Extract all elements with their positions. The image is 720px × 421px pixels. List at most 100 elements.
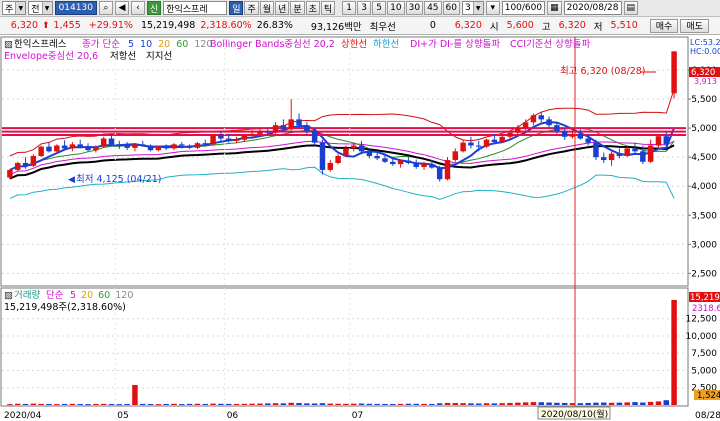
search-icon[interactable]: ⌕ (98, 1, 113, 15)
minute-button-5[interactable]: 45 (424, 1, 442, 15)
volume-bar (546, 402, 552, 405)
candle-body (350, 145, 357, 149)
legend-cci: CCI기준선 상향돌파 (510, 38, 591, 50)
candle-body (186, 145, 193, 148)
volume-bar (515, 402, 521, 405)
minute-button-6[interactable]: 60 (442, 1, 460, 15)
candle-body (327, 162, 334, 170)
candle-body (241, 135, 248, 140)
market-select[interactable]: 주 ▼ (2, 1, 27, 15)
candle-body (624, 148, 630, 156)
candle-body (311, 130, 318, 143)
volume-bar (421, 403, 427, 405)
chevron-down-icon: ▼ (472, 2, 483, 14)
candle-body (522, 122, 529, 129)
dropdown-button[interactable]: ▾ (485, 1, 500, 15)
legend-color-box: ▧ (4, 39, 13, 50)
stock-code-input[interactable]: 014130 (54, 1, 97, 15)
arrow-left-icon[interactable]: ‹ (130, 1, 145, 15)
volume-bar (577, 403, 584, 405)
volume-bar (436, 403, 443, 405)
volume-bar (147, 404, 154, 406)
candle-body (233, 139, 240, 141)
stock-chart[interactable]: 6,0005,5005,0004,5004,0003,5003,0002,500… (0, 36, 720, 421)
chart-canvas[interactable]: 6,0005,5005,0004,5004,0003,5003,0002,500… (0, 36, 720, 421)
volume-bar (405, 403, 412, 405)
candle-body (288, 119, 294, 130)
volume-bar (632, 402, 638, 405)
legend-stock: 한익스프레스 (14, 38, 67, 50)
minute-button-3[interactable]: 10 (387, 1, 405, 15)
sell-button[interactable]: 매도 (680, 18, 709, 33)
volume-bar (468, 403, 474, 405)
count-field[interactable]: 100/600 (501, 1, 546, 15)
volume-bar (311, 403, 318, 405)
buy-button[interactable]: 매수 (649, 18, 679, 33)
date-axis-label: 06 (227, 411, 239, 421)
candle-body (218, 135, 224, 139)
candle-body (30, 155, 37, 166)
candle-body (116, 144, 123, 146)
volume-bar (585, 402, 591, 405)
period-button-3[interactable]: 년 (275, 1, 290, 15)
volume-bar (108, 404, 115, 406)
high-annotation: 최고 6,320 (08/28) (560, 66, 646, 77)
minute-button-0[interactable]: 1 (342, 1, 357, 15)
candle-body (397, 160, 404, 165)
volume-bar (671, 299, 677, 405)
volume-bar (593, 402, 599, 405)
volume-bar (476, 403, 482, 405)
volume-bar (358, 403, 365, 405)
prev-select[interactable]: 전 ▼ (28, 1, 53, 15)
volume-bar (327, 403, 334, 405)
candle-body (85, 146, 91, 151)
candle-body (632, 148, 638, 152)
interval-select[interactable]: 3 ▼ (461, 1, 484, 15)
lc-badge: LC:53.2 (690, 38, 720, 47)
high-label: 고 (541, 21, 551, 33)
period-button-6[interactable]: 틱 (320, 1, 336, 15)
candle-body (77, 144, 83, 147)
volume-bar (38, 403, 44, 405)
candle-body (343, 148, 349, 156)
legend-ma-prefix: 종가 단순 (82, 39, 120, 50)
volume-bar (30, 403, 37, 405)
volume-bar (7, 404, 13, 406)
volume-bar (116, 404, 123, 406)
candle-body (179, 144, 185, 146)
candle-body (46, 146, 52, 152)
volume-bar (522, 402, 529, 405)
amount-value: 93,126백만 (310, 21, 362, 33)
candle-body (100, 138, 107, 147)
chevron-down-icon: ▼ (15, 2, 26, 14)
price-axis-label: 3,000 (691, 240, 717, 250)
volume-bar (444, 402, 451, 405)
volume-bar (257, 403, 263, 405)
period-button-2[interactable]: 월 (259, 1, 275, 15)
minute-button-1[interactable]: 3 (357, 1, 372, 15)
volume-legend-value: 15,219,498주(2,318.60%) (4, 302, 126, 313)
volume-bar (663, 400, 670, 405)
speaker-icon[interactable]: ◀ (114, 1, 129, 15)
legend-ma-period-20: 20 (158, 39, 170, 50)
minute-button-4[interactable]: 30 (405, 1, 424, 15)
price-axis-label: 4,500 (691, 153, 717, 163)
period-button-5[interactable]: 초 (305, 1, 320, 15)
date-field[interactable]: 2020/08/28 (563, 1, 622, 15)
calendar-icon[interactable]: ▤ (623, 1, 639, 15)
volume-bar (397, 403, 404, 405)
grid-icon[interactable]: ▦ (547, 1, 562, 15)
volume-bar (155, 404, 162, 406)
period-button-1[interactable]: 주 (244, 1, 259, 15)
candle-body (640, 151, 646, 162)
period-button-0[interactable]: 일 (229, 1, 244, 15)
minute-button-2[interactable]: 5 (372, 1, 387, 15)
volume-bar (100, 403, 107, 405)
volume-bar (608, 402, 615, 405)
period-button-4[interactable]: 분 (290, 1, 305, 15)
candle-body (452, 151, 459, 161)
volume-bar (601, 402, 607, 405)
stock-name-field: 한익스프레 (163, 1, 228, 15)
volume-bar (569, 403, 576, 405)
volume-bar (382, 403, 388, 405)
